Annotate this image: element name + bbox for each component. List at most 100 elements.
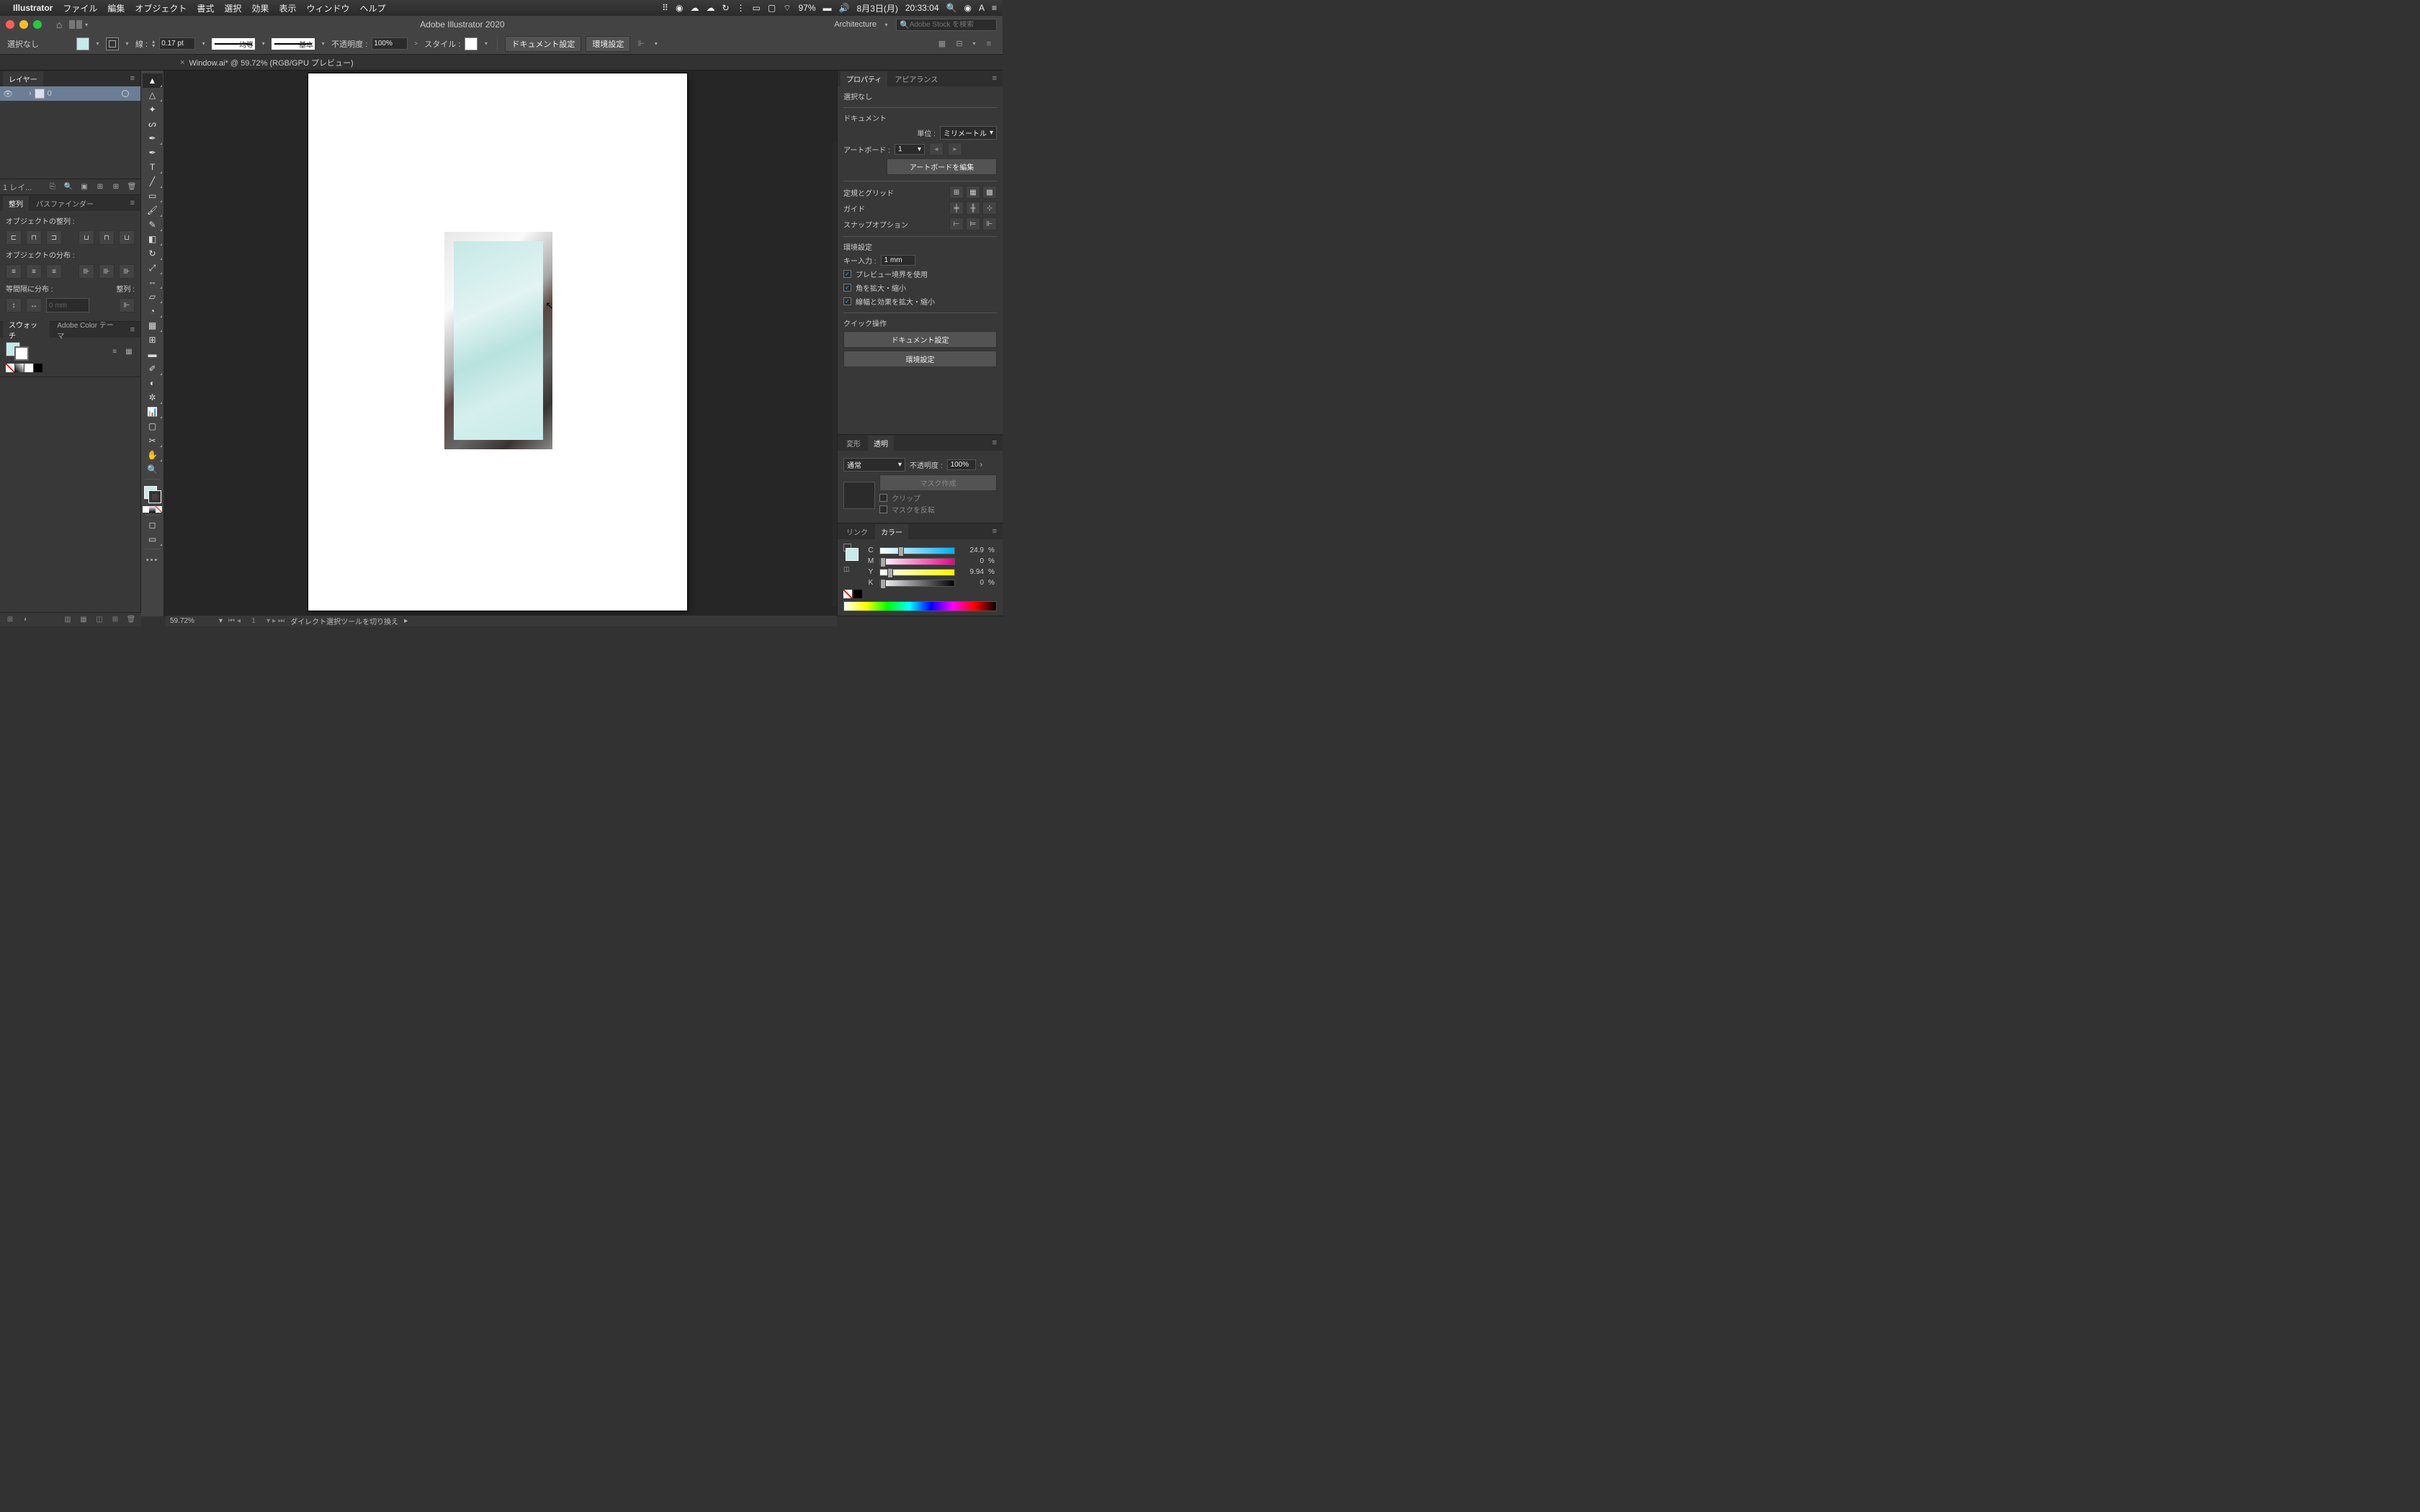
align-panel-menu[interactable]: ≡	[127, 199, 138, 207]
tab-layers[interactable]: レイヤー	[3, 71, 43, 86]
scale-tool[interactable]: ⤢	[143, 261, 163, 275]
draw-normal-icon[interactable]: ◻	[143, 518, 163, 532]
free-transform-tool[interactable]: ▱	[143, 289, 163, 304]
align-vcenter-button[interactable]: ⊓	[99, 230, 115, 245]
fill-stroke-control[interactable]	[143, 485, 163, 505]
panel-menu-icon[interactable]: ≡	[982, 37, 995, 50]
magic-wand-tool[interactable]: ✦	[143, 102, 163, 117]
stroke-swatch[interactable]	[106, 37, 119, 50]
gradient-icon[interactable]	[149, 506, 156, 513]
rotate-tool[interactable]: ↻	[143, 246, 163, 261]
fill-proxy[interactable]	[846, 548, 859, 561]
swatch-black[interactable]	[34, 364, 42, 372]
spotlight-icon[interactable]: 🔍	[946, 3, 957, 13]
m-slider[interactable]	[879, 558, 955, 565]
dist-vspacing-button[interactable]: ↕	[6, 298, 22, 312]
dist-bottom-button[interactable]: ≡	[46, 264, 62, 279]
thumb-view-icon[interactable]: ▦	[123, 346, 135, 357]
color-icon[interactable]	[143, 506, 149, 513]
tab-pathfinder[interactable]: パスファインダー	[30, 196, 99, 211]
input-icon[interactable]: ⋮	[737, 3, 745, 13]
chk-preview-bounds[interactable]: ✓	[843, 270, 851, 278]
y-slider[interactable]	[879, 569, 955, 576]
gpu-icon[interactable]: ▦	[936, 37, 949, 50]
arrange-docs-dropdown[interactable]: ▾	[82, 18, 90, 31]
show-guides-icon[interactable]: ╪	[949, 202, 964, 215]
units-dropdown[interactable]: ミリメートル▾	[940, 126, 997, 140]
display-icon[interactable]: ▢	[768, 3, 776, 13]
doc-setup-button[interactable]: ドキュメント設定	[505, 36, 581, 52]
new-sublayer-icon[interactable]: ⊞	[94, 181, 106, 193]
tab-appearance[interactable]: アピアランス	[889, 71, 944, 86]
fill-dropdown[interactable]: ▾	[94, 37, 102, 50]
time[interactable]: 20:33:04	[905, 3, 939, 13]
stroke-profile-dropdown[interactable]: ▾	[259, 37, 267, 50]
direct-selection-tool[interactable]: △	[143, 88, 163, 102]
spacing-input[interactable]	[46, 298, 89, 312]
paintbrush-tool[interactable]: 🖌	[143, 203, 163, 217]
timemachine-icon[interactable]: ↻	[722, 3, 729, 13]
new-swatch-icon[interactable]: ⊞	[109, 614, 121, 626]
dist-right-button[interactable]: ⊪	[119, 264, 135, 279]
line-tool[interactable]: ╱	[143, 174, 163, 189]
blend-mode-dropdown[interactable]: 通常▾	[843, 458, 905, 472]
swatches-panel-menu[interactable]: ≡	[127, 325, 138, 334]
swatch-registration[interactable]	[15, 364, 24, 372]
eyedropper-tool[interactable]: ✐	[143, 361, 163, 376]
ruler-icon[interactable]: ⊞	[949, 186, 964, 199]
brush-def[interactable]: 基本	[272, 38, 315, 50]
dist-left-button[interactable]: ⊪	[79, 264, 94, 279]
properties-panel-menu[interactable]: ≡	[990, 74, 1000, 83]
layer-name[interactable]: 0	[48, 89, 52, 98]
tab-color[interactable]: カラー	[875, 524, 908, 539]
dist-vcenter-button[interactable]: ≡	[26, 264, 42, 279]
hand-tool[interactable]: ✋	[143, 448, 163, 462]
color-panel-menu[interactable]: ≡	[990, 527, 1000, 536]
smart-guides-icon[interactable]: ⊹	[982, 202, 997, 215]
layers-panel-menu[interactable]: ≡	[127, 74, 138, 83]
snap-point-icon[interactable]: ⊢	[949, 217, 964, 230]
selection-tool[interactable]: ▲	[143, 73, 163, 88]
libraries-icon[interactable]: ⊞	[4, 614, 16, 626]
next-artboard-icon[interactable]: ▸	[948, 143, 962, 156]
gradient-tool[interactable]: ▬	[143, 347, 163, 361]
dropbox-icon[interactable]: ⠿	[662, 3, 668, 13]
expand-icon[interactable]: ›	[29, 89, 32, 98]
stock-search-input[interactable]	[910, 21, 993, 29]
opacity-input[interactable]	[372, 37, 408, 50]
eraser-tool[interactable]: ◧	[143, 232, 163, 246]
grid-icon[interactable]: ▦	[966, 186, 980, 199]
swatch-options-icon[interactable]: ◐	[20, 614, 32, 626]
dist-hspacing-button[interactable]: ↔	[26, 298, 42, 312]
stroke-stepper[interactable]: ▴▾	[152, 40, 155, 48]
artboard-tool[interactable]: ▢	[143, 419, 163, 433]
artboard[interactable]: ↖	[308, 73, 687, 611]
c-slider[interactable]	[879, 547, 955, 554]
tab-close-icon[interactable]: ×	[180, 58, 184, 67]
column-graph-tool[interactable]: 📊	[143, 405, 163, 419]
date[interactable]: 8月3日(月)	[856, 2, 897, 14]
tab-align[interactable]: 整列	[3, 196, 29, 211]
color-mode-row[interactable]	[143, 506, 162, 513]
stroke-sw[interactable]	[14, 346, 29, 361]
type-tool[interactable]: T	[143, 160, 163, 174]
swatch-lib-icon[interactable]: ▥	[62, 614, 73, 626]
dist-hcenter-button[interactable]: ⊪	[99, 264, 115, 279]
lock-guides-icon[interactable]: ╫	[966, 202, 980, 215]
graphic-style-swatch[interactable]	[465, 37, 478, 50]
delete-swatch-icon[interactable]: 🗑	[125, 614, 137, 626]
screen-mode-icon[interactable]: ▭	[143, 532, 163, 546]
stroke-box[interactable]	[148, 490, 161, 503]
notification-icon[interactable]: ≡	[992, 3, 997, 13]
shaper-tool[interactable]: ✎	[143, 217, 163, 232]
battery-icon[interactable]: ▭	[753, 3, 761, 13]
stroke-weight-input[interactable]	[159, 37, 195, 50]
input-a-icon[interactable]: A	[979, 3, 985, 13]
edit-artboards-button[interactable]: アートボードを編集	[887, 158, 997, 175]
tab-properties[interactable]: プロパティ	[841, 71, 887, 86]
pen-tool[interactable]: ✒	[143, 131, 163, 145]
menu-view[interactable]: 表示	[279, 2, 296, 14]
visibility-icon[interactable]: 👁	[3, 89, 13, 99]
workspace-dropdown[interactable]: ▾	[882, 18, 890, 31]
mesh-tool[interactable]: ⊞	[143, 333, 163, 347]
